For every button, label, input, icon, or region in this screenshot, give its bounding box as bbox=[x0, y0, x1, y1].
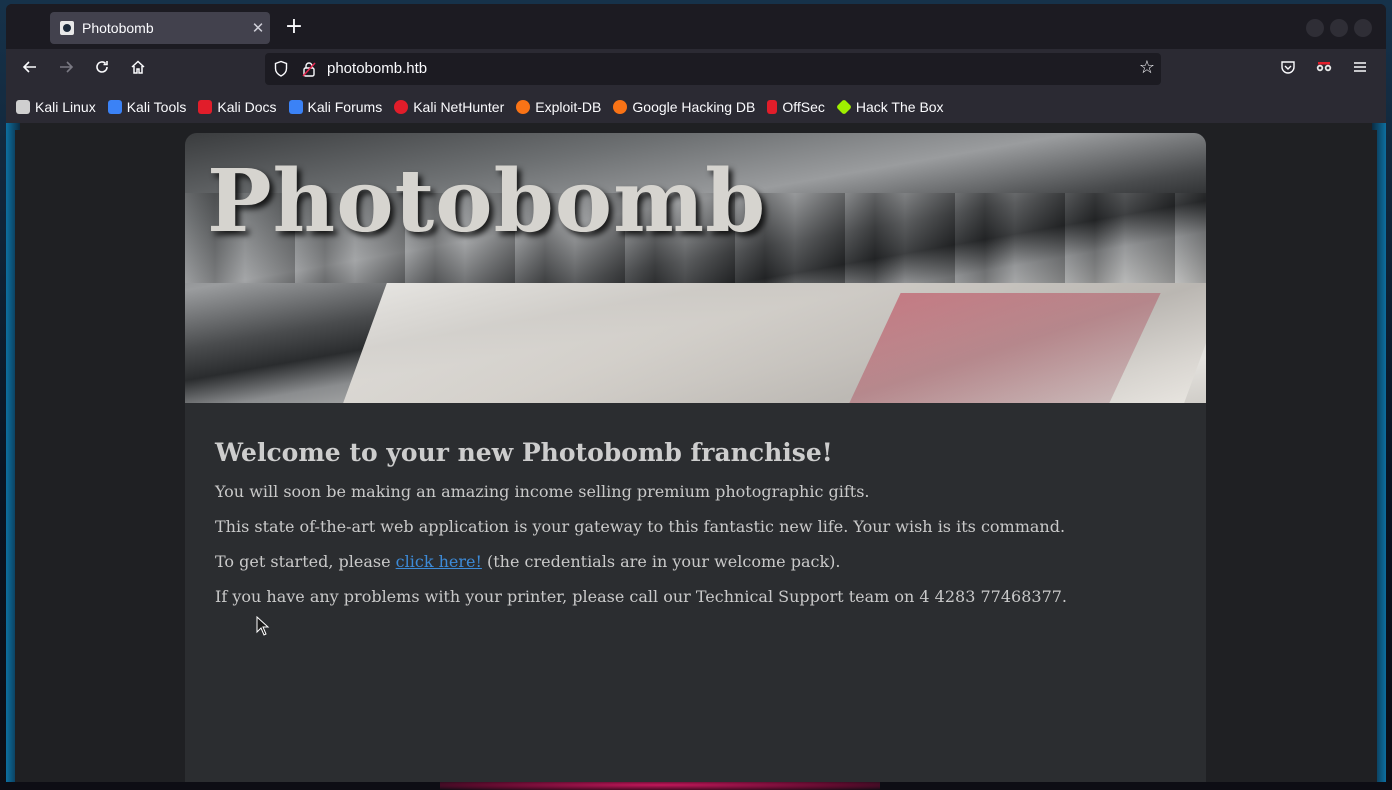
insecure-lock-icon[interactable] bbox=[301, 61, 317, 77]
tab-strip: Photobomb ✕ + bbox=[6, 4, 1386, 49]
bookmark-kali-linux[interactable]: Kali Linux bbox=[16, 99, 96, 115]
tracking-shield-icon[interactable] bbox=[273, 60, 289, 78]
back-arrow-icon bbox=[22, 61, 36, 73]
home-button[interactable] bbox=[125, 57, 151, 83]
browser-window: Photobomb ✕ + photobomb.htb ☆ Kali Linux… bbox=[6, 4, 1386, 782]
page-background: Photobomb Welcome to your new Photobomb … bbox=[15, 130, 1377, 782]
kali-dragon-icon bbox=[16, 100, 30, 114]
mouse-cursor-icon bbox=[256, 616, 270, 636]
extension-icon[interactable] bbox=[1313, 59, 1335, 81]
forward-button[interactable] bbox=[53, 57, 79, 83]
bookmark-offsec[interactable]: OffSec bbox=[767, 99, 825, 115]
welcome-section: Welcome to your new Photobomb franchise!… bbox=[215, 438, 1175, 621]
get-started-text: To get started, please bbox=[215, 552, 396, 571]
close-window-button[interactable] bbox=[1354, 19, 1372, 37]
tab-photobomb[interactable]: Photobomb ✕ bbox=[50, 12, 270, 44]
bookmark-google-hacking-db[interactable]: Google Hacking DB bbox=[613, 99, 755, 115]
hamburger-menu-icon[interactable] bbox=[1349, 59, 1371, 81]
reload-button[interactable] bbox=[89, 57, 115, 83]
url-bar[interactable]: photobomb.htb ☆ bbox=[265, 53, 1161, 85]
bookmark-label: Kali NetHunter bbox=[413, 99, 505, 115]
bookmarks-toolbar: Kali Linux Kali Tools Kali Docs Kali For… bbox=[6, 91, 1386, 123]
forward-arrow-icon bbox=[60, 61, 74, 73]
bookmark-label: Kali Docs bbox=[217, 99, 277, 115]
bookmark-star-icon[interactable]: ☆ bbox=[1139, 57, 1155, 78]
kali-tools-icon bbox=[107, 100, 122, 114]
offsec-icon bbox=[767, 100, 778, 114]
bookmark-kali-tools[interactable]: Kali Tools bbox=[107, 99, 187, 115]
bookmark-kali-forums[interactable]: Kali Forums bbox=[288, 99, 383, 115]
bookmark-label: Kali Forums bbox=[307, 99, 383, 115]
support-paragraph: If you have any problems with your print… bbox=[215, 587, 1068, 606]
reload-icon bbox=[96, 61, 108, 73]
new-tab-button[interactable]: + bbox=[280, 14, 308, 42]
site-favicon-icon bbox=[60, 21, 74, 35]
kali-forums-icon bbox=[288, 100, 303, 114]
bookmark-label: Exploit-DB bbox=[535, 99, 602, 115]
click-here-link[interactable]: click here! bbox=[396, 552, 482, 571]
htb-icon bbox=[835, 99, 852, 115]
welcome-heading: Welcome to your new Photobomb franchise! bbox=[215, 438, 833, 467]
credentials-note: (the credentials are in your welcome pac… bbox=[481, 552, 841, 571]
pocket-icon[interactable] bbox=[1277, 59, 1299, 81]
home-icon bbox=[131, 60, 145, 74]
maximize-window-button[interactable] bbox=[1330, 19, 1348, 37]
kali-docs-icon bbox=[198, 100, 213, 114]
bookmark-label: Hack The Box bbox=[855, 99, 944, 115]
minimize-window-button[interactable] bbox=[1306, 19, 1324, 37]
bookmark-label: Google Hacking DB bbox=[632, 99, 756, 115]
close-tab-icon[interactable]: ✕ bbox=[246, 19, 270, 37]
bookmark-kali-nethunter[interactable]: Kali NetHunter bbox=[394, 99, 504, 115]
main-container: Photobomb Welcome to your new Photobomb … bbox=[185, 133, 1206, 782]
site-title: Photobomb bbox=[207, 151, 767, 252]
bookmark-kali-docs[interactable]: Kali Docs bbox=[198, 99, 277, 115]
bookmark-label: OffSec bbox=[782, 99, 825, 115]
bookmark-exploit-db[interactable]: Exploit-DB bbox=[516, 99, 601, 115]
gateway-paragraph: This state of-the-art web application is… bbox=[215, 517, 1066, 536]
navigation-bar: photobomb.htb ☆ bbox=[6, 49, 1386, 91]
back-button[interactable] bbox=[17, 57, 43, 83]
bookmark-hack-the-box[interactable]: Hack The Box bbox=[835, 99, 944, 115]
ghdb-icon bbox=[613, 100, 628, 114]
hero-printing-press-image: Photobomb bbox=[185, 133, 1206, 403]
bookmark-label: Kali Tools bbox=[126, 99, 187, 115]
get-started-paragraph: To get started, please click here! (the … bbox=[215, 551, 1175, 573]
hero-paper-print bbox=[849, 293, 1161, 403]
tab-title: Photobomb bbox=[82, 20, 154, 36]
page-viewport: Photobomb Welcome to your new Photobomb … bbox=[6, 123, 1386, 782]
intro-paragraph: You will soon be making an amazing incom… bbox=[215, 482, 870, 501]
exploit-db-icon bbox=[516, 100, 531, 114]
kali-nethunter-icon bbox=[394, 100, 409, 114]
url-text: photobomb.htb bbox=[327, 60, 428, 77]
bookmark-label: Kali Linux bbox=[35, 99, 96, 115]
